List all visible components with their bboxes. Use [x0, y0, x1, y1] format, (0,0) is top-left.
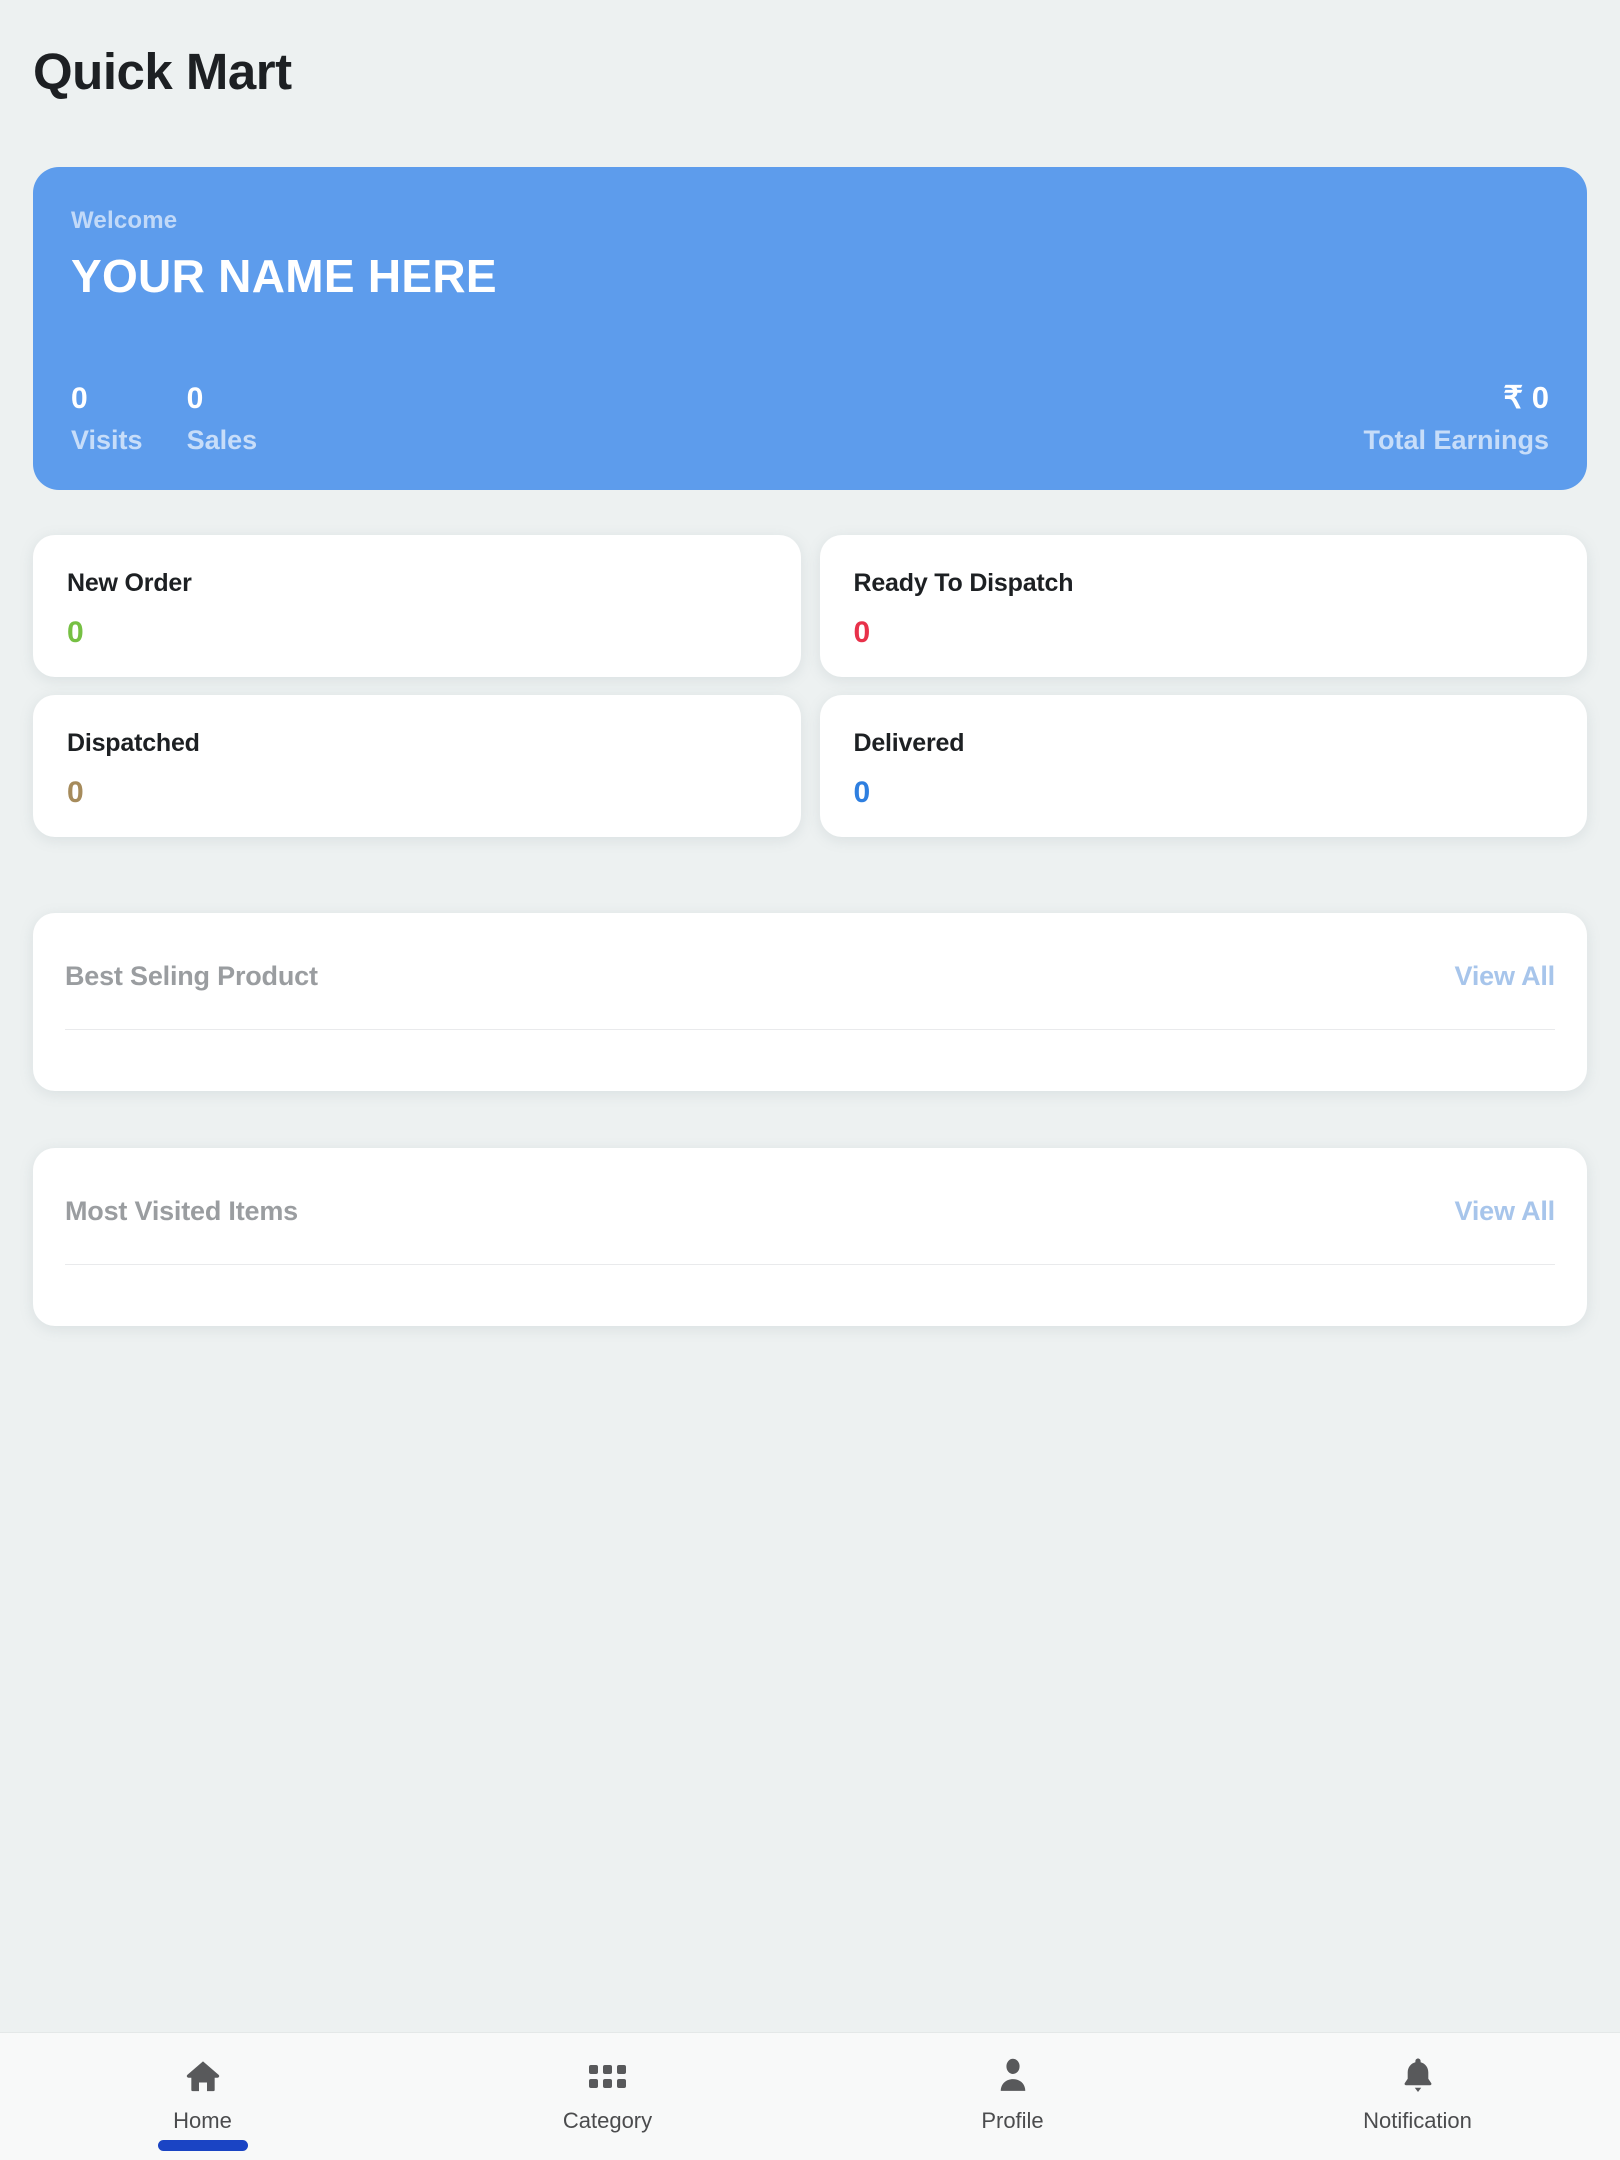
active-tab-indicator — [157, 2140, 248, 2151]
most-visited-items-title: Most Visited Items — [65, 1195, 298, 1226]
app-header: Quick Mart — [0, 0, 1620, 100]
hero-stats-left: 0 Visits 0 Sales — [71, 380, 257, 456]
best-selling-product-list — [65, 1030, 1555, 1080]
stat-visits: 0 Visits — [71, 380, 143, 456]
stat-sales-label: Sales — [186, 425, 258, 456]
metric-value: 0 — [853, 615, 871, 649]
bottom-navigation-bar: Home Category Profile Notification — [0, 2032, 1620, 2160]
stat-total-earnings: ₹ 0 Total Earnings — [1363, 379, 1549, 456]
person-icon — [992, 2055, 1034, 2097]
nav-label-profile: Profile — [981, 2108, 1044, 2133]
nav-item-profile[interactable]: Profile — [810, 2033, 1215, 2160]
total-earnings-value: ₹ 0 — [1503, 379, 1549, 415]
user-name: YOUR NAME HERE — [71, 250, 497, 303]
metric-title: New Order — [67, 569, 192, 598]
page-title: Quick Mart — [33, 43, 292, 100]
metric-card-ready-to-dispatch[interactable]: Ready To Dispatch 0 — [819, 535, 1587, 678]
nav-item-category[interactable]: Category — [405, 2033, 810, 2160]
grid-dots-icon — [587, 2055, 629, 2097]
order-status-grid: New Order 0 Ready To Dispatch 0 Dispatch… — [33, 535, 1587, 838]
most-visited-items-panel: Most Visited Items View All — [33, 1148, 1587, 1327]
bell-icon — [1397, 2055, 1439, 2097]
best-selling-product-panel: Best Seling Product View All — [33, 913, 1587, 1092]
main-content: Welcome YOUR NAME HERE 0 Visits 0 Sales … — [0, 100, 1620, 2032]
metric-value: 0 — [67, 775, 84, 809]
best-selling-product-view-all-link[interactable]: View All — [1455, 961, 1556, 992]
panel-header: Most Visited Items View All — [65, 1148, 1555, 1264]
nav-item-notification[interactable]: Notification — [1215, 2033, 1620, 2160]
metric-card-dispatched[interactable]: Dispatched 0 — [33, 695, 801, 838]
metric-value: 0 — [853, 775, 871, 809]
metric-title: Delivered — [853, 729, 965, 758]
panel-header: Best Seling Product View All — [65, 913, 1555, 1029]
metric-card-delivered[interactable]: Delivered 0 — [819, 695, 1587, 838]
stat-sales-value: 0 — [186, 381, 204, 415]
most-visited-items-list — [65, 1265, 1555, 1315]
nav-label-category: Category — [562, 2108, 653, 2133]
nav-label-home: Home — [173, 2108, 232, 2133]
metric-title: Dispatched — [67, 729, 200, 758]
app-root: Quick Mart Welcome YOUR NAME HERE 0 Visi… — [0, 0, 1620, 2160]
stat-visits-value: 0 — [71, 381, 88, 415]
welcome-label: Welcome — [71, 207, 178, 235]
welcome-card: Welcome YOUR NAME HERE 0 Visits 0 Sales … — [33, 167, 1587, 491]
most-visited-items-view-all-link[interactable]: View All — [1455, 1196, 1556, 1227]
stat-sales: 0 Sales — [187, 380, 258, 456]
best-selling-product-title: Best Seling Product — [65, 960, 318, 991]
metric-title: Ready To Dispatch — [853, 569, 1074, 598]
home-icon — [182, 2055, 224, 2097]
stat-visits-label: Visits — [71, 425, 143, 456]
nav-label-notification: Notification — [1363, 2108, 1472, 2133]
nav-item-home[interactable]: Home — [0, 2033, 405, 2160]
metric-value: 0 — [67, 615, 84, 649]
hero-stats-row: 0 Visits 0 Sales ₹ 0 Total Earnings — [71, 379, 1549, 456]
metric-card-new-order[interactable]: New Order 0 — [33, 535, 801, 678]
total-earnings-label: Total Earnings — [1363, 425, 1549, 456]
